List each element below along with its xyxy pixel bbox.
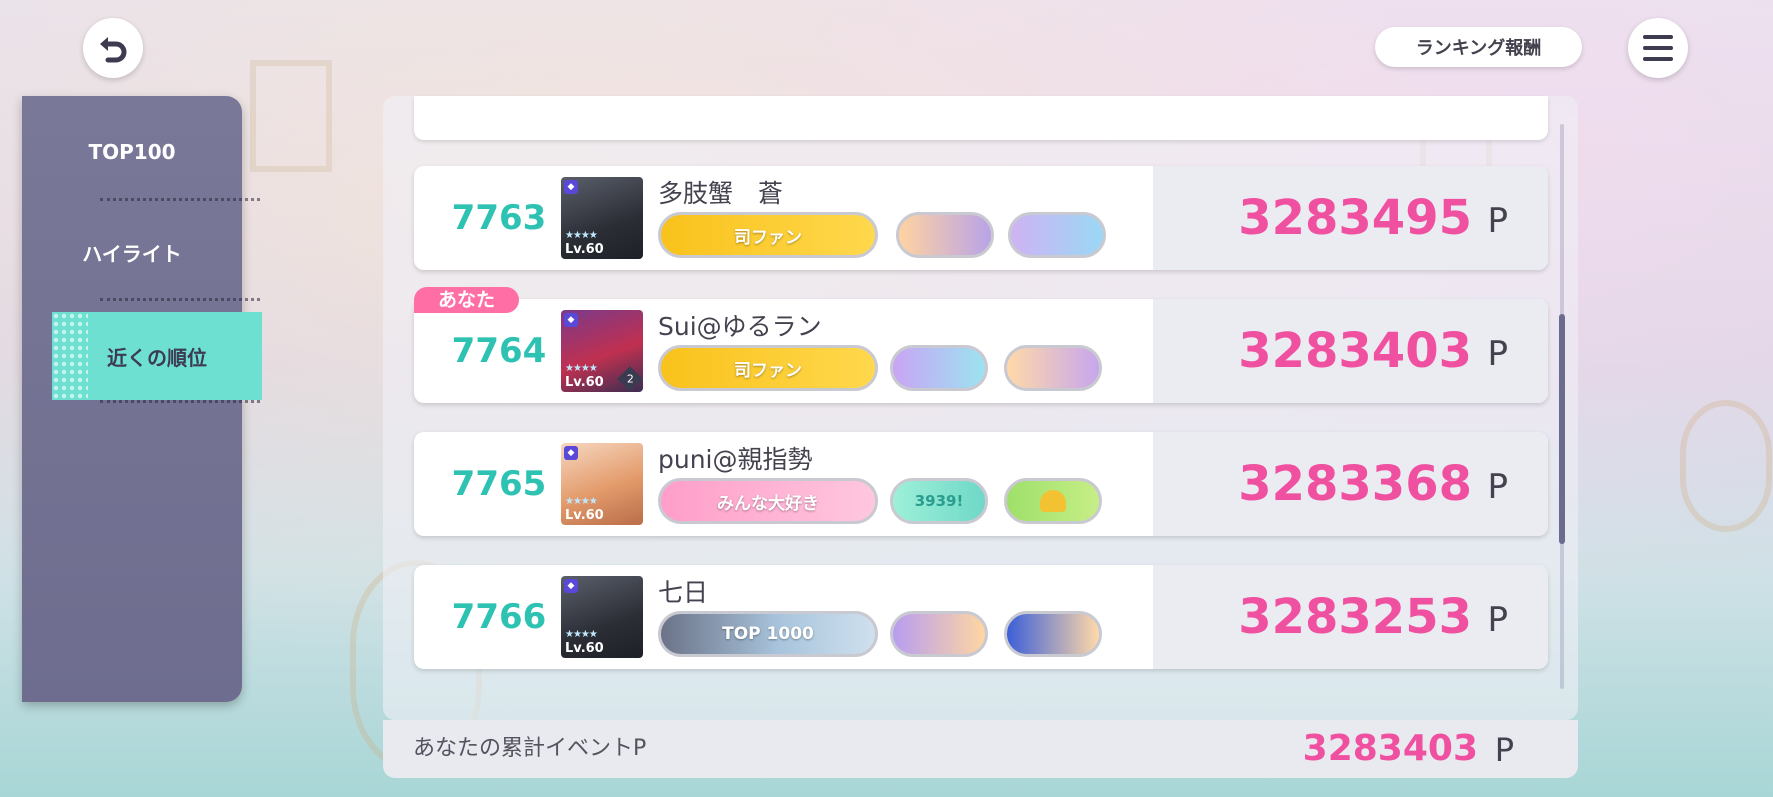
master-rank-value: 2 <box>626 372 634 385</box>
honor-badge-text: 3939! <box>890 478 988 524</box>
honor-badge-main: TOP 1000 <box>658 611 878 657</box>
ranking-row[interactable]: 7765 ◆ ★★★★ Lv.60 puni@親指勢 みんな大好き 3939! … <box>414 432 1548 536</box>
honor-label: 司ファン <box>734 360 802 381</box>
tab-label: TOP100 <box>88 140 176 164</box>
tab-nearby-ranks[interactable]: 近くの順位 <box>52 312 262 400</box>
points-unit: P <box>1494 731 1514 769</box>
points-unit: P <box>1487 467 1508 507</box>
tab-divider <box>100 198 260 201</box>
honor-badge-main: みんな大好き <box>658 478 878 524</box>
card-stars-icon: ★★★★ <box>565 496 598 507</box>
points-unit: P <box>1487 201 1508 241</box>
card-stars-icon: ★★★★ <box>565 629 598 640</box>
honor-label: 司ファン <box>734 227 802 248</box>
rank-number: 7765 <box>451 464 547 504</box>
attribute-gem-icon: ◆ <box>564 180 578 194</box>
ranking-reward-button[interactable]: ランキング報酬 <box>1375 27 1582 67</box>
honor-label: 3939! <box>914 492 964 510</box>
card-level: Lv.60 <box>565 242 604 257</box>
menu-button[interactable] <box>1628 18 1688 78</box>
player-name: 七日 <box>658 578 709 607</box>
honor-badge-icon <box>1004 478 1102 524</box>
hamburger-menu-icon <box>1643 35 1673 61</box>
rank-number: 7764 <box>451 331 547 371</box>
card-stars-icon: ★★★★ <box>565 230 598 241</box>
honor-badge-main: 司ファン <box>658 212 878 258</box>
ranking-sidebar: TOP100 ハイライト 近くの順位 <box>22 96 262 702</box>
my-total-points-label: あなたの累計イベントP <box>413 736 647 761</box>
rank-number: 7763 <box>451 198 547 238</box>
honor-badge-characters <box>890 611 988 657</box>
attribute-gem-icon: ◆ <box>564 313 578 327</box>
player-card-avatar[interactable]: ◆ ★★★★ Lv.60 2 <box>561 310 643 392</box>
card-level: Lv.60 <box>565 375 604 390</box>
honor-badge-character <box>1008 212 1106 258</box>
honor-label: TOP 1000 <box>722 624 814 644</box>
ranking-row[interactable]: 7766 ◆ ★★★★ Lv.60 七日 TOP 1000 3283253 P <box>414 565 1548 669</box>
card-stars-icon: ★★★★ <box>565 363 598 374</box>
ranking-row[interactable]: 7763 ◆ ★★★★ Lv.60 多肢蟹 蒼 司ファン 3283495 P <box>414 166 1548 270</box>
attribute-gem-icon: ◆ <box>564 579 578 593</box>
bg-mirror-frame <box>1680 400 1772 532</box>
honor-badge-characters <box>1004 345 1102 391</box>
tab-highlight[interactable]: ハイライト <box>22 208 242 296</box>
scrollbar-thumb[interactable] <box>1559 314 1565 544</box>
honor-badge-main: 司ファン <box>658 345 878 391</box>
event-points: 3283403 <box>1238 323 1472 379</box>
honor-badge-character <box>890 345 988 391</box>
bg-window-frame <box>250 60 332 172</box>
you-badge: あなた <box>414 287 519 313</box>
honor-badge-characters <box>896 212 994 258</box>
tab-label: ハイライト <box>82 241 182 266</box>
honor-label: みんな大好き <box>717 493 819 514</box>
player-card-avatar[interactable]: ◆ ★★★★ Lv.60 <box>561 576 643 658</box>
bell-icon <box>1040 490 1066 512</box>
event-points: 3283495 <box>1238 190 1472 246</box>
points-unit: P <box>1487 600 1508 640</box>
player-card-avatar[interactable]: ◆ ★★★★ Lv.60 <box>561 177 643 259</box>
player-name: 多肢蟹 蒼 <box>658 179 784 208</box>
my-total-points-value: 3283403 <box>1302 728 1478 769</box>
card-level: Lv.60 <box>565 641 604 656</box>
tab-top100[interactable]: TOP100 <box>22 108 242 196</box>
ranking-row-you[interactable]: 7764 ◆ ★★★★ Lv.60 2 Sui@ゆるラン 司ファン 328340… <box>414 299 1548 403</box>
my-total-points-bar: あなたの累計イベントP 3283403 P <box>383 720 1578 778</box>
event-points: 3283253 <box>1238 589 1472 645</box>
card-level: Lv.60 <box>565 508 604 523</box>
player-card-avatar[interactable]: ◆ ★★★★ Lv.60 <box>561 443 643 525</box>
attribute-gem-icon: ◆ <box>564 446 578 460</box>
tab-divider <box>100 298 260 301</box>
tab-divider <box>100 400 260 403</box>
event-points: 3283368 <box>1238 456 1472 512</box>
rank-number: 7766 <box>451 597 547 637</box>
points-unit: P <box>1487 334 1508 374</box>
player-name: Sui@ゆるラン <box>658 312 822 341</box>
master-rank-icon: 2 <box>617 366 643 392</box>
back-arrow-icon <box>100 37 127 63</box>
tab-label: 近くの順位 <box>107 345 207 370</box>
honor-badge-characters <box>1004 611 1102 657</box>
player-name: puni@親指勢 <box>658 445 813 474</box>
back-button[interactable] <box>83 18 143 78</box>
ranking-row-partial <box>414 96 1548 140</box>
